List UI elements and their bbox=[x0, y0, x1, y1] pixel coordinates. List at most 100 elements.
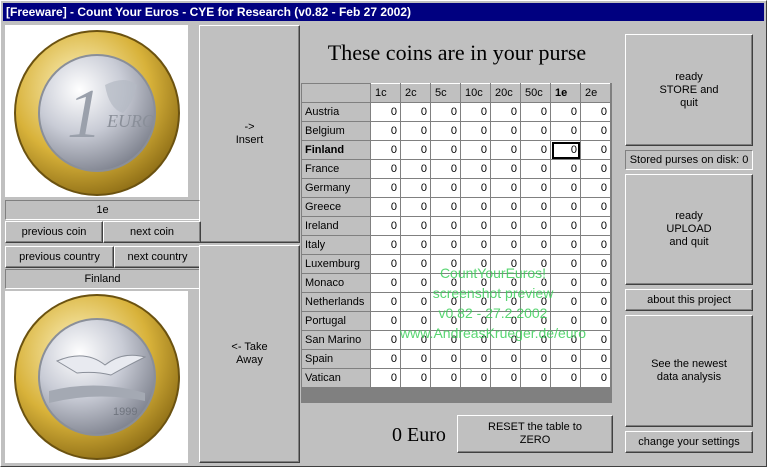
coin-count-cell[interactable]: 0 bbox=[460, 330, 491, 350]
coin-count-cell[interactable]: 0 bbox=[520, 368, 551, 388]
coin-count-cell[interactable]: 0 bbox=[400, 311, 431, 331]
row-header-country[interactable]: San Marino bbox=[301, 330, 371, 350]
coin-count-cell[interactable]: 0 bbox=[490, 273, 521, 293]
coin-count-cell[interactable]: 0 bbox=[550, 102, 581, 122]
coin-count-cell[interactable]: 0 bbox=[370, 254, 401, 274]
row-header-country[interactable]: Austria bbox=[301, 102, 371, 122]
row-header-country[interactable]: Italy bbox=[301, 235, 371, 255]
coin-count-cell[interactable]: 0 bbox=[400, 330, 431, 350]
coin-count-cell[interactable]: 0 bbox=[460, 349, 491, 369]
column-header[interactable]: 5c bbox=[430, 83, 461, 103]
coin-count-cell[interactable]: 0 bbox=[430, 311, 461, 331]
coin-count-cell[interactable]: 0 bbox=[580, 140, 611, 160]
coin-count-cell[interactable]: 0 bbox=[550, 121, 581, 141]
coin-count-cell[interactable]: 0 bbox=[430, 178, 461, 198]
coin-count-cell[interactable]: 0 bbox=[550, 159, 581, 179]
coin-count-cell[interactable]: 0 bbox=[520, 121, 551, 141]
coin-count-cell[interactable]: 0 bbox=[370, 273, 401, 293]
coin-count-cell[interactable]: 0 bbox=[520, 311, 551, 331]
row-header-country[interactable]: Luxemburg bbox=[301, 254, 371, 274]
row-header-country[interactable]: Netherlands bbox=[301, 292, 371, 312]
coin-count-cell[interactable]: 0 bbox=[580, 197, 611, 217]
coin-count-cell[interactable]: 0 bbox=[520, 178, 551, 198]
coin-count-cell[interactable]: 0 bbox=[580, 311, 611, 331]
coin-count-cell[interactable]: 0 bbox=[490, 102, 521, 122]
previous-country-button[interactable]: previous country bbox=[5, 246, 114, 268]
coin-count-cell[interactable]: 0 bbox=[430, 368, 461, 388]
coin-count-cell[interactable]: 0 bbox=[580, 273, 611, 293]
coin-count-cell[interactable]: 0 bbox=[400, 178, 431, 198]
coin-count-cell[interactable]: 0 bbox=[550, 178, 581, 198]
coin-count-cell[interactable]: 0 bbox=[490, 254, 521, 274]
row-header-country[interactable]: Portugal bbox=[301, 311, 371, 331]
store-quit-button[interactable]: ready STORE and quit bbox=[625, 34, 753, 146]
about-project-button[interactable]: about this project bbox=[625, 289, 753, 311]
coin-count-cell[interactable]: 0 bbox=[430, 273, 461, 293]
coin-count-cell[interactable]: 0 bbox=[580, 216, 611, 236]
coin-count-cell[interactable]: 0 bbox=[460, 159, 491, 179]
coin-count-cell[interactable]: 0 bbox=[520, 197, 551, 217]
coin-count-cell[interactable]: 0 bbox=[550, 292, 581, 312]
coin-count-cell[interactable]: 0 bbox=[490, 197, 521, 217]
coin-count-cell[interactable]: 0 bbox=[370, 140, 401, 160]
coin-count-cell[interactable]: 0 bbox=[460, 140, 491, 160]
coin-count-cell[interactable]: 0 bbox=[430, 292, 461, 312]
coin-count-cell[interactable]: 0 bbox=[580, 254, 611, 274]
row-header-country[interactable]: France bbox=[301, 159, 371, 179]
row-header-country[interactable]: Greece bbox=[301, 197, 371, 217]
change-settings-button[interactable]: change your settings bbox=[625, 431, 753, 453]
coin-count-cell[interactable]: 0 bbox=[550, 254, 581, 274]
coin-count-cell[interactable]: 0 bbox=[520, 216, 551, 236]
coin-count-cell[interactable]: 0 bbox=[550, 235, 581, 255]
column-header[interactable]: 2e bbox=[580, 83, 611, 103]
coin-count-cell[interactable]: 0 bbox=[460, 121, 491, 141]
coin-count-cell[interactable]: 0 bbox=[490, 121, 521, 141]
column-header[interactable]: 50c bbox=[520, 83, 551, 103]
coin-count-cell[interactable]: 0 bbox=[430, 121, 461, 141]
coin-count-cell[interactable]: 0 bbox=[460, 311, 491, 331]
coin-count-cell[interactable]: 0 bbox=[400, 216, 431, 236]
coin-count-cell[interactable]: 0 bbox=[400, 368, 431, 388]
next-coin-button[interactable]: next coin bbox=[103, 221, 201, 243]
coin-count-cell[interactable]: 0 bbox=[430, 330, 461, 350]
coin-count-cell[interactable]: 0 bbox=[580, 121, 611, 141]
coin-count-cell[interactable]: 0 bbox=[580, 159, 611, 179]
coin-count-cell[interactable]: 0 bbox=[430, 159, 461, 179]
coin-count-cell[interactable]: 0 bbox=[400, 235, 431, 255]
coin-count-cell[interactable]: 0 bbox=[460, 292, 491, 312]
column-header[interactable]: 10c bbox=[460, 83, 491, 103]
coin-count-cell[interactable]: 0 bbox=[460, 102, 491, 122]
row-header-country[interactable]: Belgium bbox=[301, 121, 371, 141]
column-header[interactable]: 2c bbox=[400, 83, 431, 103]
coin-count-cell[interactable]: 0 bbox=[430, 235, 461, 255]
row-header-country[interactable]: Germany bbox=[301, 178, 371, 198]
coin-count-cell[interactable]: 0 bbox=[370, 178, 401, 198]
coin-count-cell[interactable]: 0 bbox=[520, 254, 551, 274]
coin-count-cell[interactable]: 0 bbox=[400, 254, 431, 274]
coin-count-cell[interactable]: 0 bbox=[370, 102, 401, 122]
coin-count-cell[interactable]: 0 bbox=[490, 140, 521, 160]
coin-count-cell[interactable]: 0 bbox=[400, 349, 431, 369]
coin-count-cell[interactable]: 0 bbox=[430, 102, 461, 122]
coin-count-cell[interactable]: 0 bbox=[370, 216, 401, 236]
coin-count-cell[interactable]: 0 bbox=[520, 330, 551, 350]
coin-count-cell[interactable]: 0 bbox=[490, 235, 521, 255]
coin-count-cell[interactable]: 0 bbox=[550, 349, 581, 369]
insert-button[interactable]: -> Insert bbox=[199, 25, 300, 243]
coin-count-cell[interactable]: 0 bbox=[520, 235, 551, 255]
coin-count-cell[interactable]: 0 bbox=[520, 273, 551, 293]
coin-count-cell[interactable]: 0 bbox=[550, 216, 581, 236]
coin-count-cell[interactable]: 0 bbox=[400, 121, 431, 141]
column-header[interactable]: 20c bbox=[490, 83, 521, 103]
coin-count-cell[interactable]: 0 bbox=[520, 292, 551, 312]
coin-count-cell[interactable]: 0 bbox=[430, 349, 461, 369]
coin-count-cell[interactable]: 0 bbox=[580, 178, 611, 198]
coin-count-cell[interactable]: 0 bbox=[460, 273, 491, 293]
coin-count-cell[interactable]: 0 bbox=[400, 159, 431, 179]
coin-count-cell[interactable]: 0 bbox=[490, 216, 521, 236]
coin-count-cell[interactable]: 0 bbox=[430, 216, 461, 236]
coin-count-cell[interactable]: 0 bbox=[490, 178, 521, 198]
coin-count-cell[interactable]: 0 bbox=[430, 197, 461, 217]
row-header-country[interactable]: Ireland bbox=[301, 216, 371, 236]
coin-count-cell[interactable]: 0 bbox=[580, 330, 611, 350]
